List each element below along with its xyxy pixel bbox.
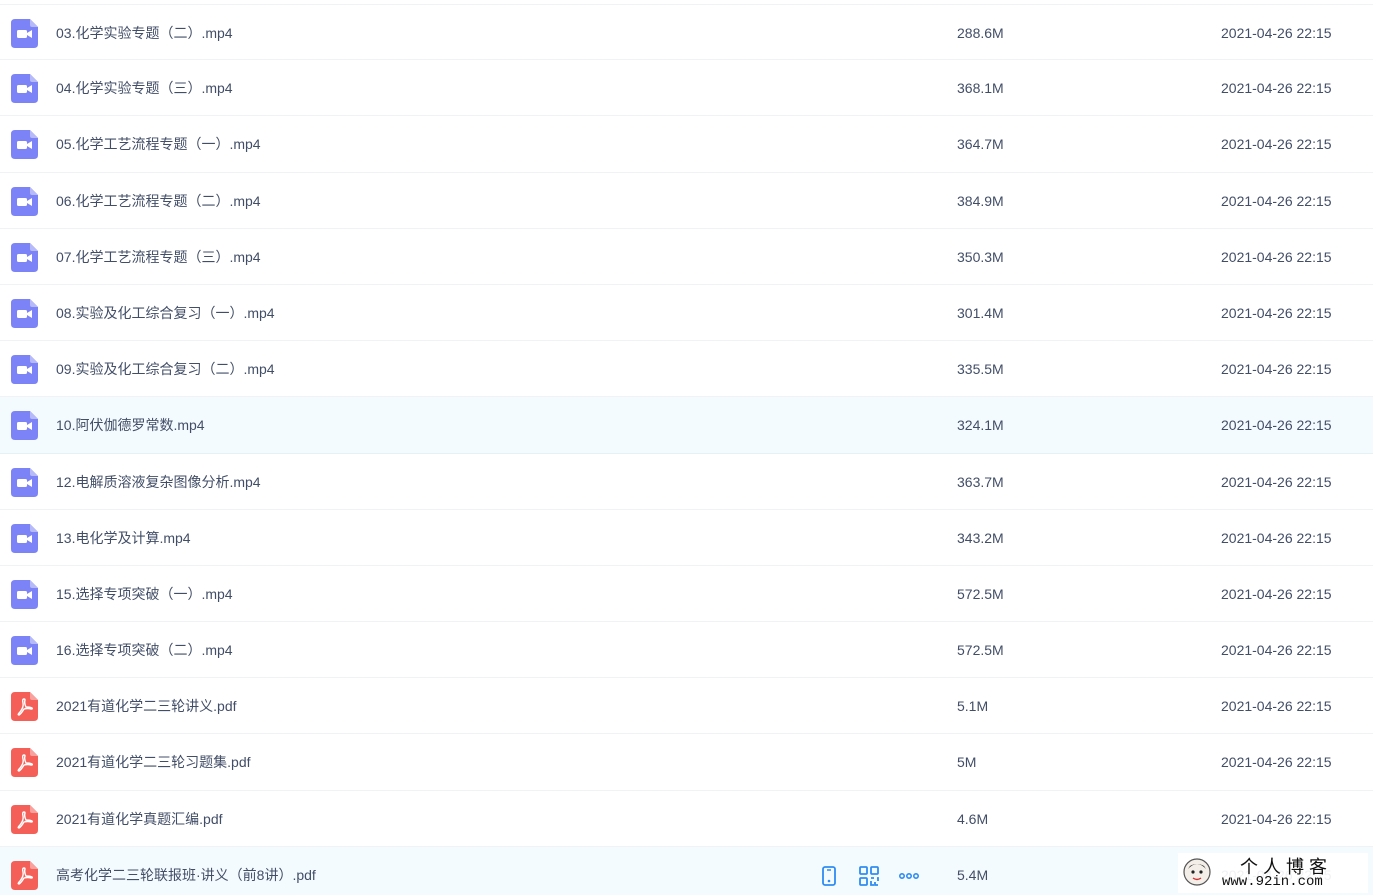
file-date: 2021-04-26 22:15 [1221,642,1332,659]
file-size: 335.5M [957,361,1004,378]
file-row[interactable]: 高考化学二三轮联报班·讲义（前8讲）.pdf5.4M2021-04-26 22:… [0,846,1373,895]
file-size: 350.3M [957,248,1004,265]
pdf-file-icon [11,860,38,890]
file-date: 2021-04-26 22:15 [1221,304,1332,321]
file-size: 384.9M [957,192,1004,209]
file-date: 2021-04-26 22:15 [1221,80,1332,97]
file-date: 2021-04-26 22:15 [1221,529,1332,546]
file-size: 301.4M [957,304,1004,321]
file-size: 5.4M [957,866,989,883]
file-name[interactable]: 12.电解质溶液复杂图像分析.mp4 [56,454,261,510]
video-file-icon [11,74,38,104]
file-date: 2021-04-26 22:15 [1221,417,1332,434]
file-row[interactable]: 15.选择专项突破（一）.mp4 572.5M 2021-04-26 22:15 [0,566,1373,623]
file-date: 2021-04-26 22:15 [1221,248,1332,265]
file-row[interactable]: 10.阿伏伽德罗常数.mp4 324.1M 2021-04-26 22:15 [0,397,1373,454]
file-name[interactable]: 07.化学工艺流程专题（三）.mp4 [56,229,261,285]
file-name[interactable]: 04.化学实验专题（三）.mp4 [56,60,233,116]
row-actions [818,865,920,887]
video-file-icon [11,523,38,553]
file-date: 2021-04-26 22:15 [1221,810,1332,827]
file-size: 572.5M [957,642,1004,659]
file-name[interactable]: 08.实验及化工综合复习（一）.mp4 [56,285,275,341]
file-row[interactable]: 06.化学工艺流程专题（二）.mp4 384.9M 2021-04-26 22:15 [0,173,1373,229]
file-size: 364.7M [957,136,1004,153]
file-size: 5.1M [957,698,989,715]
video-file-icon [11,467,38,497]
pdf-file-icon [11,748,38,778]
video-file-icon [11,298,38,328]
file-size: 368.1M [957,80,1004,97]
video-file-icon [11,242,38,272]
file-date: 2021-04-26 22:15 [1221,136,1332,153]
video-file-icon [11,130,38,160]
file-size: 4.6M [957,810,989,827]
file-name[interactable]: 2021有道化学二三轮习题集.pdf [56,734,251,790]
file-date: 2021-04-26 22:15 [1221,585,1332,602]
file-size: 572.5M [957,585,1004,602]
file-name[interactable]: 09.实验及化工综合复习（二）.mp4 [56,341,275,397]
video-file-icon [11,579,38,609]
file-name[interactable]: 15.选择专项突破（一）.mp4 [56,566,233,622]
file-row[interactable]: 09.实验及化工综合复习（二）.mp4 335.5M 2021-04-26 22:1… [0,341,1373,398]
file-name[interactable]: 2021有道化学二三轮讲义.pdf [56,678,237,734]
video-file-icon [11,636,38,666]
file-name[interactable]: 05.化学工艺流程专题（一）.mp4 [56,116,261,172]
file-row[interactable]: 04.化学实验专题（三）.mp4 368.1M 2021-04-26 22:15 [0,60,1373,117]
file-date: 2021-04-26 22:15 [1221,473,1332,490]
watermark: 个人博客 www.92in.com [1178,853,1368,893]
file-list: 03.化学实验专题（二）.mp4 288.6M 2021-04-26 22:15 0… [0,4,1373,895]
file-name[interactable]: 03.化学实验专题（二）.mp4 [56,5,233,61]
pdf-file-icon [11,692,38,722]
file-date: 2021-04-26 22:15 [1221,754,1332,771]
file-row[interactable]: 03.化学实验专题（二）.mp4 288.6M 2021-04-26 22:15 [0,4,1373,61]
file-row[interactable]: 2021有道化学二三轮讲义.pdf 5.1M 2021-04-26 22:15 [0,678,1373,735]
avatar-icon [1183,858,1211,886]
file-date: 2021-04-26 22:15 [1221,192,1332,209]
file-date: 2021-04-26 22:15 [1221,25,1332,41]
file-row[interactable]: 07.化学工艺流程专题（三）.mp4 350.3M 2021-04-26 22:15 [0,229,1373,285]
watermark-url: www.92in.com [1222,874,1323,890]
file-name[interactable]: 16.选择专项突破（二）.mp4 [56,622,233,678]
video-file-icon [11,355,38,385]
file-size: 324.1M [957,417,1004,434]
file-row[interactable]: 08.实验及化工综合复习（一）.mp4 301.4M 2021-04-26 22:1… [0,285,1373,342]
file-row[interactable]: 2021有道化学真题汇编.pdf 4.6M 2021-04-26 22:15 [0,791,1373,847]
pdf-file-icon [11,804,38,834]
file-name[interactable]: 2021有道化学真题汇编.pdf [56,791,223,847]
more-icon[interactable] [898,865,920,887]
file-date: 2021-04-26 22:15 [1221,698,1332,715]
file-size: 363.7M [957,473,1004,490]
video-file-icon [11,411,38,441]
qrcode-icon[interactable] [858,865,880,887]
file-date: 2021-04-26 22:15 [1221,361,1332,378]
file-name[interactable]: 13.电化学及计算.mp4 [56,510,191,566]
file-row[interactable]: 13.电化学及计算.mp4 343.2M 2021-04-26 22:15 [0,510,1373,566]
video-file-icon [11,19,38,48]
file-size: 5M [957,754,977,771]
file-row[interactable]: 05.化学工艺流程专题（一）.mp4 364.7M 2021-04-26 22:15 [0,116,1373,173]
file-row[interactable]: 16.选择专项突破（二）.mp4 572.5M 2021-04-26 22:15 [0,622,1373,679]
file-name[interactable]: 06.化学工艺流程专题（二）.mp4 [56,173,261,229]
phone-icon[interactable] [818,865,840,887]
file-name[interactable]: 高考化学二三轮联报班·讲义（前8讲）.pdf [56,847,316,895]
video-file-icon [11,186,38,216]
file-name[interactable]: 10.阿伏伽德罗常数.mp4 [56,397,205,453]
file-row[interactable]: 2021有道化学二三轮习题集.pdf 5M 2021-04-26 22:15 [0,734,1373,791]
file-size: 343.2M [957,529,1004,546]
file-size: 288.6M [957,25,1004,41]
file-row[interactable]: 12.电解质溶液复杂图像分析.mp4 363.7M 2021-04-26 22:15 [0,454,1373,510]
